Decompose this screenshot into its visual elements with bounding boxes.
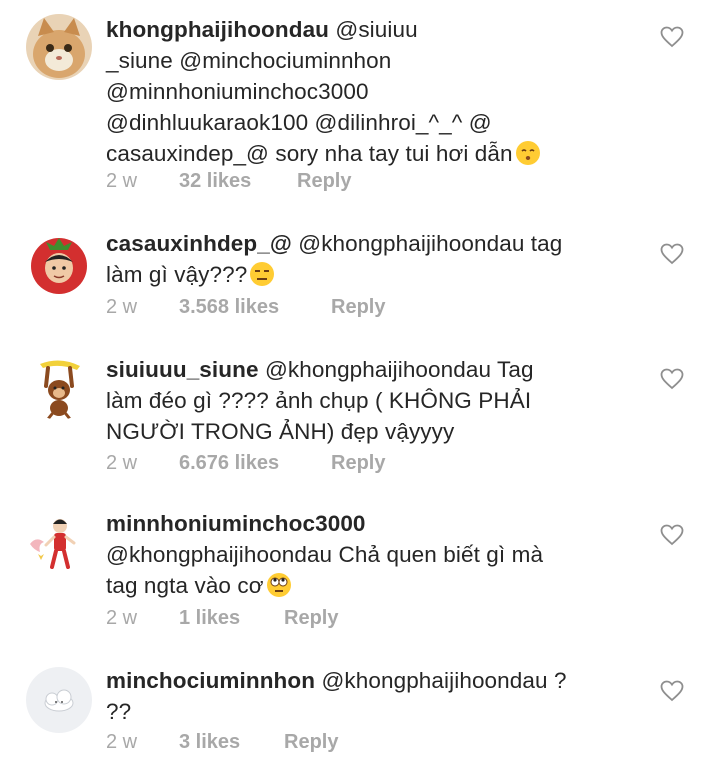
- comment-meta: 2 w 1 likes Reply: [106, 607, 338, 630]
- rolling-eyes-face-emoji: [266, 573, 291, 597]
- heart-icon[interactable]: [660, 524, 684, 546]
- comment-text-line: làm gì vậy???: [106, 262, 248, 287]
- like-count[interactable]: 32 likes: [179, 170, 297, 193]
- reply-button[interactable]: Reply: [284, 731, 338, 754]
- reply-button[interactable]: Reply: [331, 452, 385, 475]
- comment-text-line: làm đéo gì ???? ảnh chụp ( KHÔNG PHẢI: [106, 388, 532, 413]
- like-count[interactable]: 3.568 likes: [179, 296, 331, 319]
- avatar[interactable]: [26, 230, 92, 296]
- comment-item: casauxinhdep_@ @khongphaijihoondau tag l…: [0, 200, 720, 350]
- like-count[interactable]: 3 likes: [179, 731, 284, 754]
- cartoon-person-avatar-image: [26, 512, 92, 578]
- comment-item: minchociuminnhon @khongphaijihoondau ? ?…: [0, 655, 720, 773]
- comment-username[interactable]: casauxinhdep_@: [106, 231, 292, 256]
- avatar[interactable]: [26, 512, 92, 578]
- comment-username[interactable]: siuiuuu_siune: [106, 357, 259, 382]
- unamused-face-emoji: [250, 262, 275, 286]
- comment-meta: 2 w 6.676 likes Reply: [106, 452, 385, 475]
- heart-icon[interactable]: [660, 680, 684, 702]
- comment-text-line: ??: [106, 699, 132, 724]
- comment-time: 2 w: [106, 170, 138, 192]
- heart-icon[interactable]: [660, 368, 684, 390]
- heart-icon[interactable]: [660, 243, 684, 265]
- reply-button[interactable]: Reply: [331, 296, 385, 319]
- comment-meta: 2 w 32 likes Reply: [106, 170, 351, 193]
- comment-username[interactable]: minchociuminnhon: [106, 668, 315, 693]
- comment-username[interactable]: minnhoniuminchoc3000: [106, 511, 366, 536]
- like-count[interactable]: 1 likes: [179, 607, 284, 630]
- comment-meta: 2 w 3 likes Reply: [106, 731, 338, 754]
- comment-meta: 2 w 3.568 likes Reply: [106, 296, 385, 319]
- avatar[interactable]: [26, 667, 92, 733]
- comment-body: casauxinhdep_@ @khongphaijihoondau tag l…: [106, 228, 631, 290]
- comment-text-line: @dinhluukaraok100 @dilinhroi_^_^ @: [106, 110, 492, 135]
- tomato-avatar-image: [26, 230, 92, 296]
- comment-text-line: @siuiuu: [335, 17, 418, 42]
- like-count[interactable]: 6.676 likes: [179, 452, 331, 475]
- comment-time: 2 w: [106, 452, 138, 474]
- comment-text-line: tag ngta vào cơ: [106, 573, 264, 598]
- comment-username[interactable]: khongphaijihoondau: [106, 17, 329, 42]
- comment-text-line: @khongphaijihoondau Chả quen biết gì mà: [106, 542, 544, 567]
- comment-item: siuiuuu_siune @khongphaijihoondau Tag là…: [0, 350, 720, 500]
- comment-item: minnhoniuminchoc3000 @khongphaijihoondau…: [0, 500, 720, 655]
- comment-text-line: @khongphaijihoondau tag: [298, 231, 563, 256]
- comment-time: 2 w: [106, 296, 138, 318]
- comment-time: 2 w: [106, 607, 138, 629]
- reply-button[interactable]: Reply: [284, 607, 338, 630]
- comment-time: 2 w: [106, 731, 138, 753]
- avatar[interactable]: [26, 14, 92, 80]
- comment-text-line: @khongphaijihoondau Tag: [264, 357, 534, 382]
- comment-item: khongphaijihoondau @siuiuu _siune @minch…: [0, 0, 720, 200]
- monkey-avatar-image: [26, 354, 92, 420]
- comment-body: minchociuminnhon @khongphaijihoondau ? ?…: [106, 665, 631, 727]
- comment-body: minnhoniuminchoc3000 @khongphaijihoondau…: [106, 508, 631, 601]
- heart-icon[interactable]: [660, 26, 684, 48]
- reply-button[interactable]: Reply: [297, 170, 351, 193]
- kissing-face-emoji: [515, 141, 540, 165]
- comment-body: siuiuuu_siune @khongphaijihoondau Tag là…: [106, 354, 631, 447]
- comment-text-line: NGƯỜI TRONG ẢNH) đẹp vậyyyy: [106, 419, 455, 444]
- comment-text-line: @khongphaijihoondau ?: [321, 668, 567, 693]
- cloud-avatar-image: [26, 667, 92, 733]
- comment-text-line: _siune @minchociuminnhon: [106, 48, 392, 73]
- comment-body: khongphaijihoondau @siuiuu _siune @minch…: [106, 14, 631, 169]
- comment-text-line: @minnhoniuminchoc3000: [106, 79, 369, 104]
- comment-text-line: casauxindep_@ sory nha tay tui hơi dẫn: [106, 141, 513, 166]
- avatar[interactable]: [26, 354, 92, 420]
- cat-avatar-image: [26, 14, 92, 80]
